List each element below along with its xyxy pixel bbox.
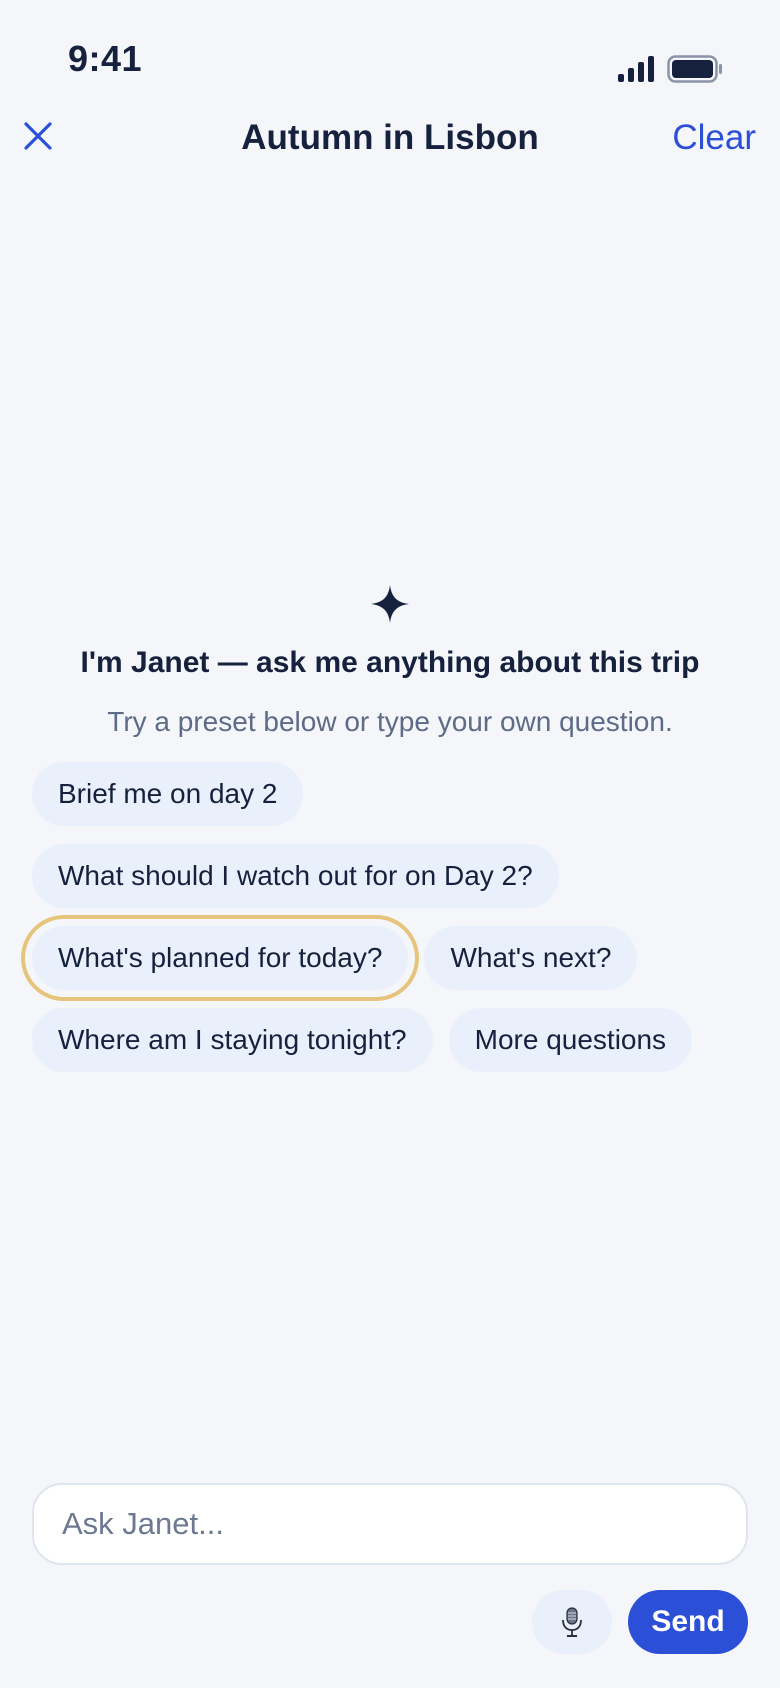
page-title: Autumn in Lisbon [241,118,539,157]
preset-chip-whats-next[interactable]: What's next? [424,926,638,990]
clear-button[interactable]: Clear [672,118,756,158]
preset-row: Where am I staying tonight? More questio… [32,1008,752,1072]
preset-chip-brief-day-2[interactable]: Brief me on day 2 [32,762,304,826]
more-questions-button[interactable]: More questions [448,1008,693,1072]
preset-chip-staying-tonight[interactable]: Where am I staying tonight? [32,1008,433,1072]
preset-chip-planned-today[interactable]: What's planned for today? [20,915,420,1001]
preset-questions: Brief me on day 2 What should I watch ou… [20,762,752,1090]
assistant-intro: I'm Janet — ask me anything about this t… [0,584,780,738]
battery-icon [667,55,722,83]
ask-input-container [32,1483,748,1565]
status-time: 9:41 [68,38,143,79]
ask-janet-input[interactable] [34,1485,746,1563]
send-button[interactable]: Send [628,1590,748,1654]
status-bar: 9:41 [0,0,780,110]
microphone-icon [562,1607,582,1637]
navigation-bar: Autumn in Lisbon Clear [0,100,780,176]
close-icon [24,122,52,150]
preset-row: Brief me on day 2 [32,762,752,826]
preset-row: What's planned for today? What's next? [20,915,752,1001]
intro-subtitle: Try a preset below or type your own ques… [107,706,673,737]
preset-chip-watch-out-day-2[interactable]: What should I watch out for on Day 2? [32,844,559,908]
close-button[interactable] [16,114,60,158]
microphone-button[interactable] [532,1590,612,1654]
preset-row: What should I watch out for on Day 2? [32,844,752,908]
sparkle-icon [371,585,409,623]
intro-title: I'm Janet — ask me anything about this t… [80,646,700,679]
signal-icon [618,56,654,82]
